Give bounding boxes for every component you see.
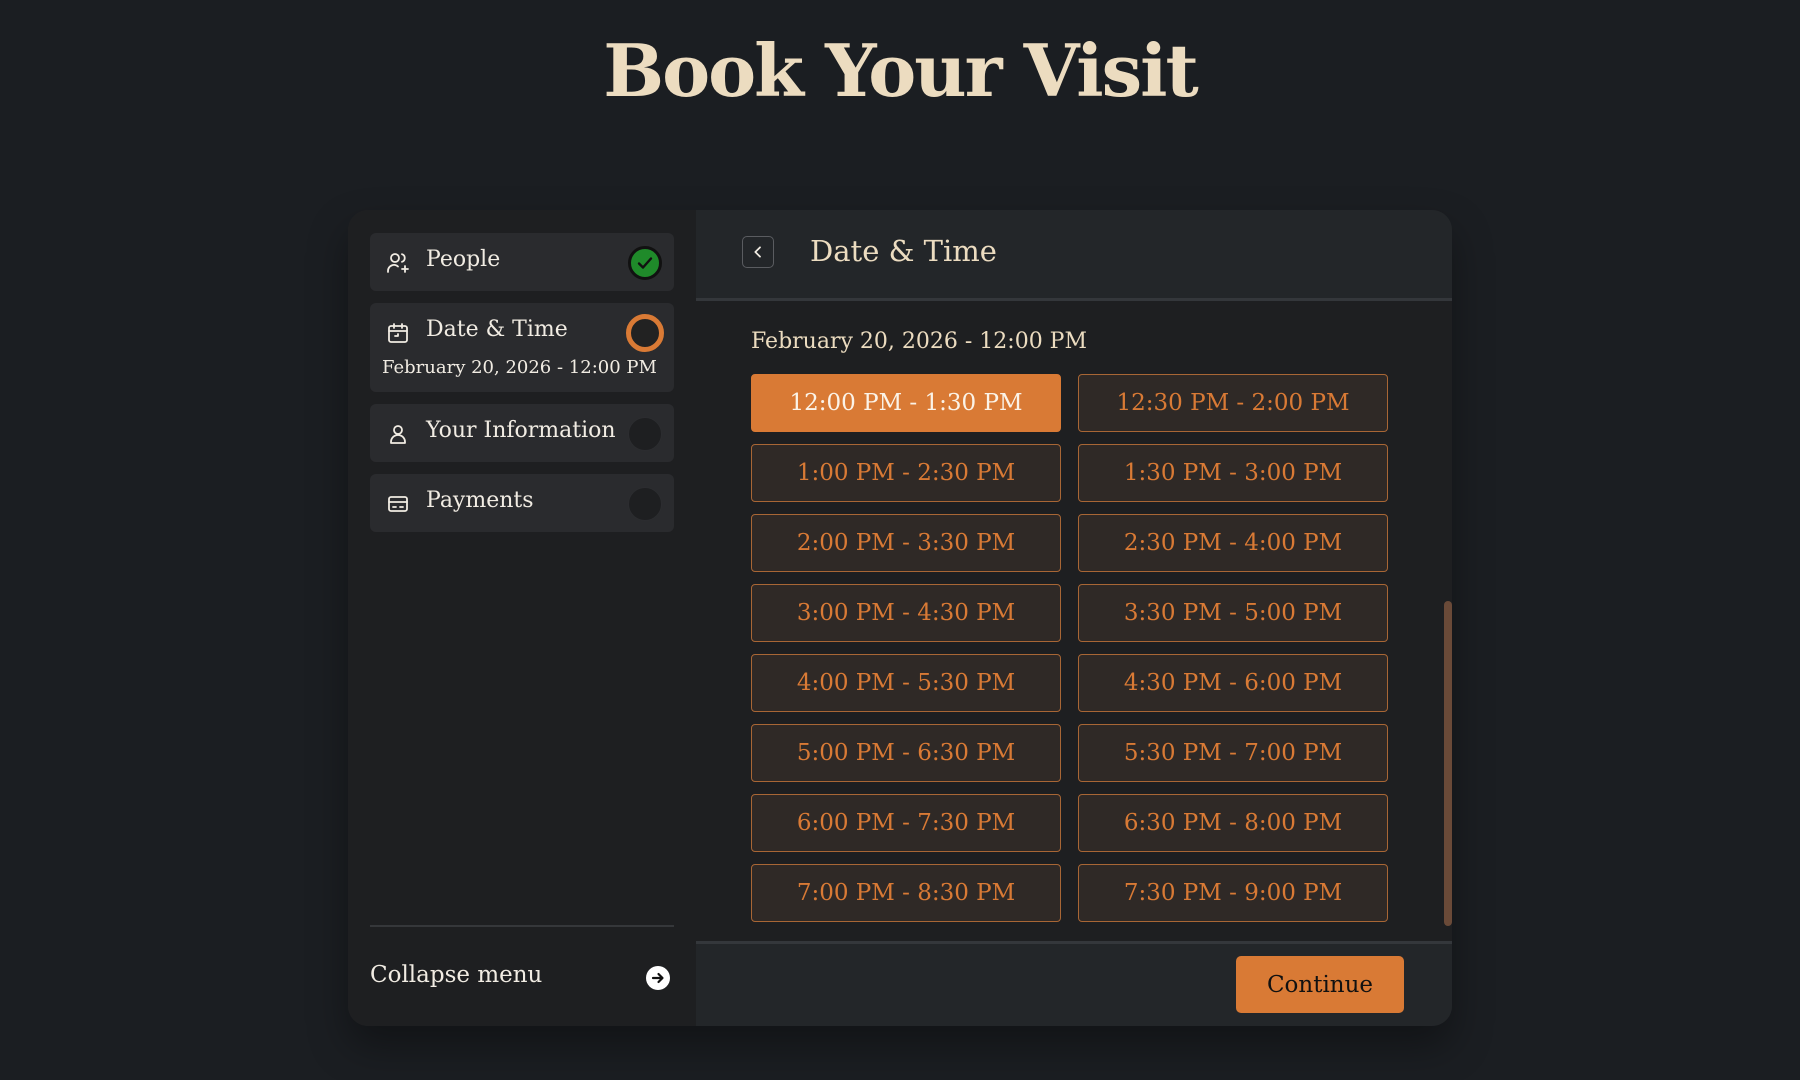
step-label: Payments	[426, 488, 534, 513]
time-slot[interactable]: 1:00 PM - 2:30 PM	[751, 444, 1061, 502]
credit-card-icon	[388, 496, 408, 512]
time-slot[interactable]: 4:30 PM - 6:00 PM	[1078, 654, 1388, 712]
continue-button[interactable]: Continue	[1236, 956, 1404, 1013]
time-slot[interactable]: 6:00 PM - 7:30 PM	[751, 794, 1061, 852]
step-pending-status	[628, 487, 662, 521]
step-completed-status	[628, 246, 662, 280]
collapse-menu-label: Collapse menu	[370, 962, 543, 988]
time-slot[interactable]: 7:00 PM - 8:30 PM	[751, 864, 1061, 922]
time-slot[interactable]: 6:30 PM - 8:00 PM	[1078, 794, 1388, 852]
check-icon	[637, 257, 653, 269]
time-slot[interactable]: 3:30 PM - 5:00 PM	[1078, 584, 1388, 642]
scrollbar-thumb[interactable]	[1444, 601, 1452, 926]
step-selected-date: February 20, 2026 - 12:00 PM	[382, 357, 657, 378]
step-label: Date & Time	[426, 317, 568, 342]
step-label: Your Information	[426, 418, 616, 443]
step-date-time[interactable]: Date & Time February 20, 2026 - 12:00 PM	[370, 303, 674, 392]
chevron-left-icon	[754, 246, 761, 258]
time-slot[interactable]: 2:30 PM - 4:00 PM	[1078, 514, 1388, 572]
step-payments[interactable]: Payments	[370, 474, 674, 532]
footer: Continue	[696, 941, 1452, 1026]
time-slot[interactable]: 5:30 PM - 7:00 PM	[1078, 724, 1388, 782]
time-slot[interactable]: 3:00 PM - 4:30 PM	[751, 584, 1061, 642]
back-button[interactable]	[742, 236, 774, 268]
time-slot-scroll-area[interactable]: February 20, 2026 - 12:00 PM 12:00 PM - …	[696, 301, 1452, 941]
scrollbar-track[interactable]	[1444, 301, 1452, 941]
main-header: Date & Time	[696, 210, 1452, 301]
step-pending-status	[628, 417, 662, 451]
section-title: Date & Time	[810, 234, 997, 268]
sidebar: People Date & Time February 20, 2026 - 1…	[348, 210, 696, 1026]
time-slot[interactable]: 2:00 PM - 3:30 PM	[751, 514, 1061, 572]
step-your-information[interactable]: Your Information	[370, 404, 674, 462]
arrow-right-circle-icon	[646, 966, 670, 990]
time-slot[interactable]: 12:00 PM - 1:30 PM	[751, 374, 1061, 432]
page-title: Book Your Visit	[603, 28, 1198, 113]
time-slot[interactable]: 1:30 PM - 3:00 PM	[1078, 444, 1388, 502]
step-people[interactable]: People	[370, 233, 674, 291]
selected-date-label: February 20, 2026 - 12:00 PM	[751, 329, 1088, 354]
step-active-status	[626, 314, 664, 352]
time-slot[interactable]: 5:00 PM - 6:30 PM	[751, 724, 1061, 782]
people-add-icon	[387, 253, 409, 273]
calendar-icon	[388, 323, 408, 343]
time-slot[interactable]: 12:30 PM - 2:00 PM	[1078, 374, 1388, 432]
step-label: People	[426, 247, 501, 272]
time-slot[interactable]: 4:00 PM - 5:30 PM	[751, 654, 1061, 712]
sidebar-divider	[370, 925, 674, 927]
time-slot[interactable]: 7:30 PM - 9:00 PM	[1078, 864, 1388, 922]
collapse-menu-button[interactable]: Collapse menu	[370, 958, 674, 998]
booking-card: People Date & Time February 20, 2026 - 1…	[348, 210, 1452, 1026]
user-icon	[390, 425, 406, 444]
